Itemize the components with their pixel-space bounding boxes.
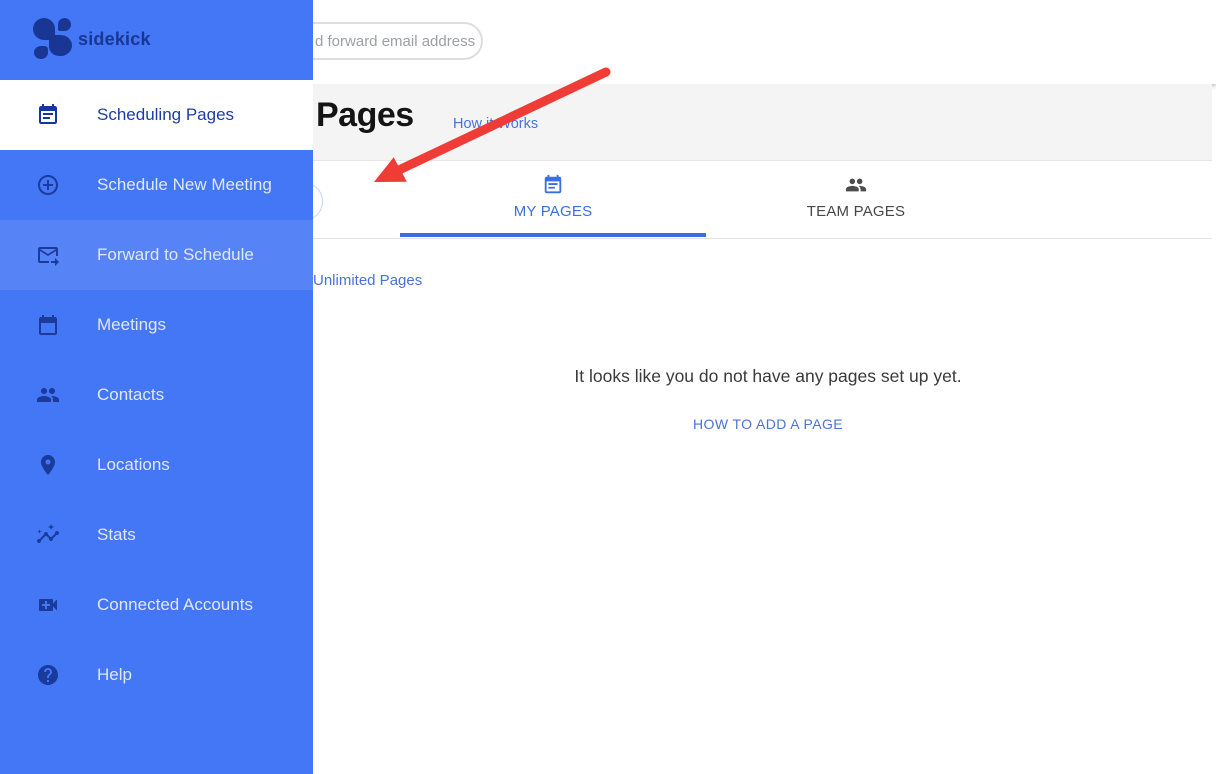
active-tab-underline <box>400 233 706 237</box>
empty-state: It looks like you do not have any pages … <box>320 366 1216 434</box>
sidebar-nav: Scheduling Pages Schedule New Meeting Fo… <box>0 80 313 710</box>
sidebar-item-locations[interactable]: Locations <box>0 430 313 500</box>
logo-blob-icon <box>58 18 71 31</box>
sidebar-item-label: Stats <box>97 525 136 545</box>
sidebar-item-label: Locations <box>97 455 170 475</box>
sidebar-item-help[interactable]: Help <box>0 640 313 710</box>
sidebar-item-scheduling-pages[interactable]: Scheduling Pages <box>0 80 313 150</box>
logo-text: sidekick <box>78 29 151 50</box>
help-icon <box>36 663 60 687</box>
sidebar: sidekick Scheduling Pages Schedule New M… <box>0 0 313 774</box>
tab-team-pages[interactable]: TEAM PAGES <box>703 174 1009 220</box>
sidebar-item-meetings[interactable]: Meetings <box>0 290 313 360</box>
sidebar-item-contacts[interactable]: Contacts <box>0 360 313 430</box>
people-icon <box>36 383 60 407</box>
sidebar-item-label: Meetings <box>97 315 166 335</box>
sidebar-item-label: Connected Accounts <box>97 595 253 615</box>
logo-blob-icon <box>49 35 72 56</box>
tab-my-pages[interactable]: MY PAGES <box>400 174 706 220</box>
how-to-add-page-link[interactable]: HOW TO ADD A PAGE <box>693 416 843 432</box>
add-circle-icon <box>36 173 60 197</box>
forward-email-placeholder: d forward email address <box>315 33 475 50</box>
sidebar-item-schedule-new-meeting[interactable]: Schedule New Meeting <box>0 150 313 220</box>
people-icon <box>845 174 867 196</box>
tab-label: MY PAGES <box>400 203 706 220</box>
empty-state-message: It looks like you do not have any pages … <box>320 366 1216 387</box>
mail-forward-icon <box>36 243 60 267</box>
sidebar-item-label: Scheduling Pages <box>97 105 234 125</box>
calendar-note-icon <box>36 103 60 127</box>
calendar-note-icon <box>542 174 564 196</box>
tab-label: TEAM PAGES <box>703 203 1009 220</box>
location-pin-icon <box>36 453 60 477</box>
page-title: Pages <box>316 96 414 135</box>
video-camera-icon <box>36 593 60 617</box>
how-it-works-link[interactable]: How it Works <box>453 116 538 132</box>
sidebar-item-stats[interactable]: Stats <box>0 500 313 570</box>
calendar-icon <box>36 313 60 337</box>
unlimited-pages-link[interactable]: Unlimited Pages <box>313 272 422 289</box>
sidebar-item-forward-to-schedule[interactable]: Forward to Schedule <box>0 220 313 290</box>
app-window: d forward email address Pages How it Wor… <box>0 0 1216 774</box>
sidebar-item-label: Schedule New Meeting <box>97 175 272 195</box>
sidebar-item-label: Forward to Schedule <box>97 245 254 265</box>
sidebar-item-label: Help <box>97 665 132 685</box>
logo-blob-icon <box>34 46 48 59</box>
sidebar-item-connected-accounts[interactable]: Connected Accounts <box>0 570 313 640</box>
sidebar-item-label: Contacts <box>97 385 164 405</box>
stats-icon <box>36 523 60 547</box>
sidekick-logo[interactable]: sidekick <box>0 0 313 80</box>
